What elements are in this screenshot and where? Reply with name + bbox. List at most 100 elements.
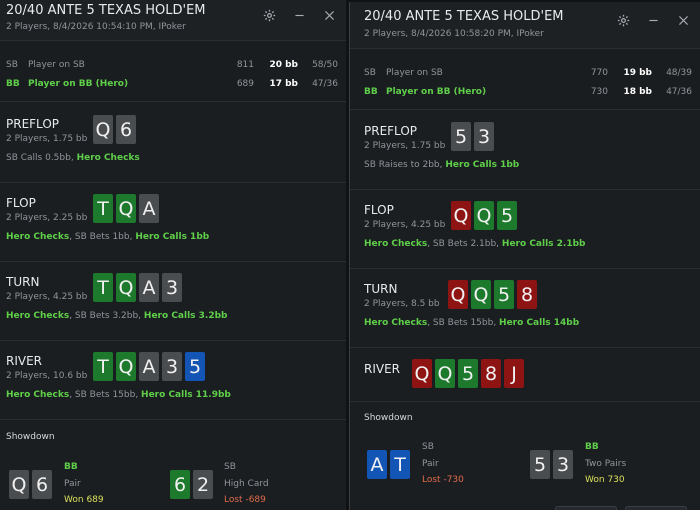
player-name: Player on BB (Hero) [28, 79, 129, 89]
street-pot: 2 Players, 4.25 bb [6, 292, 88, 302]
showdown-left-position: BB [64, 462, 78, 472]
titlebar: 20/40 ANTE 5 TEXAS HOLD'EM 2 Players, 8/… [0, 0, 346, 40]
showdown-right-position: BB [585, 442, 599, 452]
hero-action: Hero Calls 1bb [135, 232, 210, 242]
player-row-bb-hero[interactable]: BB Player on BB (Hero) 689 17 bb 47/36 [6, 76, 338, 92]
playing-card: Q [116, 352, 136, 381]
street-pot: 2 Players, 2.25 bb [6, 213, 88, 223]
street-cards: TQA35 [93, 352, 205, 381]
window-subtitle: 2 Players, 8/4/2026 10:58:20 PM, IPoker [364, 29, 544, 39]
close-icon[interactable] [674, 11, 692, 29]
street-cards: TQA [93, 194, 159, 223]
playing-card: 5 [497, 201, 517, 230]
close-icon[interactable] [320, 6, 338, 24]
player-chips: 811 [236, 60, 254, 70]
playing-card: Q [471, 280, 491, 309]
hero-action: Hero Calls 1bb [445, 160, 520, 170]
hero-action: Hero Checks [364, 239, 428, 249]
street-turn: TURN 2 Players, 8.5 bb QQ58 Hero Checks,… [350, 269, 700, 348]
playing-card: J [504, 359, 524, 388]
playing-card: Q [93, 115, 113, 144]
hand-history-window-1: 20/40 ANTE 5 TEXAS HOLD'EM 2 Players, 8/… [0, 0, 346, 510]
playing-card: T [93, 273, 113, 302]
player-chips: 689 [236, 79, 254, 89]
player-row-sb[interactable]: SB Player on SB 811 20 bb 58/50 [6, 57, 338, 73]
player-stack-bb: 19 bb [623, 68, 652, 78]
street-cards: 53 [451, 122, 494, 151]
opponent-action: , SB Bets 3.2bb, [69, 311, 144, 321]
opponent-action: SB Raises to 2bb, [364, 160, 446, 170]
street-pot: 2 Players, 4.25 bb [364, 220, 446, 230]
titlebar: 20/40 ANTE 5 TEXAS HOLD'EM 2 Players, 8/… [350, 2, 700, 48]
showdown-right-result: Lost -689 [224, 495, 266, 505]
street-actions: SB Calls 0.5bb, Hero Checks [6, 153, 140, 163]
street-preflop: PREFLOP 2 Players, 1.75 bb Q6 SB Calls 0… [0, 103, 346, 183]
gear-icon[interactable] [260, 6, 278, 24]
playing-card: Q [116, 273, 136, 302]
player-name: Player on BB (Hero) [386, 87, 487, 97]
player-stack-bb: 17 bb [269, 79, 298, 89]
playing-card: Q [116, 194, 136, 223]
street-pot: 2 Players, 10.6 bb [6, 371, 88, 381]
minimize-icon[interactable] [290, 6, 308, 24]
window-title: 20/40 ANTE 5 TEXAS HOLD'EM [6, 3, 206, 18]
playing-card: Q [448, 280, 468, 309]
street-actions: Hero Checks, SB Bets 2.1bb, Hero Calls 2… [364, 239, 585, 249]
playing-card: Q [9, 470, 29, 499]
street-actions: SB Raises to 2bb, Hero Calls 1bb [364, 160, 519, 170]
street-name: PREFLOP [6, 117, 59, 131]
showdown-left-result: Won 689 [64, 495, 104, 505]
players-panel: SB Player on SB 770 19 bb 48/39 BB Playe… [350, 48, 700, 110]
playing-card: A [139, 352, 159, 381]
player-position: BB [6, 79, 20, 89]
showdown-cards-left: Q6 [9, 470, 52, 499]
footer-button-right[interactable] [625, 506, 687, 510]
showdown-left-hand: Pair [422, 459, 439, 469]
hero-action: Hero Checks [6, 311, 70, 321]
window-title: 20/40 ANTE 5 TEXAS HOLD'EM [364, 9, 564, 24]
player-stats: 47/36 [666, 87, 692, 97]
hero-action: Hero Calls 14bb [499, 318, 580, 328]
playing-card: T [390, 450, 410, 479]
showdown-cards-left: AT [367, 450, 410, 479]
opponent-action: , SB Bets 1bb, [69, 232, 136, 242]
showdown-left-position: SB [422, 442, 434, 452]
playing-card: 6 [116, 115, 136, 144]
hero-action: Hero Checks [76, 153, 140, 163]
player-stats: 58/50 [312, 60, 338, 70]
hero-action: Hero Calls 2.1bb [501, 239, 586, 249]
street-cards: QQ5 [451, 201, 517, 230]
playing-card: Q [474, 201, 494, 230]
showdown-left-hand: Pair [64, 479, 81, 489]
player-row-sb[interactable]: SB Player on SB 770 19 bb 48/39 [364, 65, 692, 81]
showdown-cards-right: 53 [530, 450, 573, 479]
playing-card: 5 [494, 280, 514, 309]
minimize-icon[interactable] [644, 11, 662, 29]
showdown-right-result: Won 730 [585, 475, 625, 485]
hero-action: Hero Checks [6, 232, 70, 242]
street-name: FLOP [6, 196, 36, 210]
showdown-right-hand: Two Pairs [585, 459, 627, 469]
playing-card: T [93, 352, 113, 381]
street-name: PREFLOP [364, 124, 417, 138]
playing-card: 3 [162, 352, 182, 381]
opponent-action: , SB Bets 2.1bb, [427, 239, 502, 249]
hero-action: Hero Calls 11.9bb [141, 390, 231, 400]
playing-card: 5 [451, 122, 471, 151]
street-cards: TQA3 [93, 273, 182, 302]
street-name: RIVER [364, 362, 401, 376]
playing-card: 5 [185, 352, 205, 381]
footer-button-left[interactable] [555, 506, 617, 510]
street-pot: 2 Players, 1.75 bb [6, 134, 88, 144]
playing-card: Q [435, 359, 455, 388]
street-cards: Q6 [93, 115, 136, 144]
street-turn: TURN 2 Players, 4.25 bb TQA3 Hero Checks… [0, 262, 346, 341]
gear-icon[interactable] [614, 11, 632, 29]
showdown-left-result: Lost -730 [422, 475, 464, 485]
playing-card: T [93, 194, 113, 223]
player-row-bb-hero[interactable]: BB Player on BB (Hero) 730 18 bb 47/36 [364, 84, 692, 100]
playing-card: 3 [162, 273, 182, 302]
playing-card: 6 [32, 470, 52, 499]
playing-card: 5 [458, 359, 478, 388]
street-name: TURN [6, 275, 40, 289]
